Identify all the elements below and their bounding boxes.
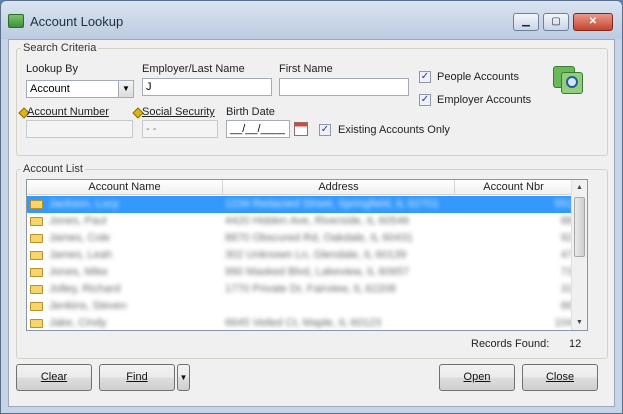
account-name-cell: Jake, Cindy: [49, 317, 107, 329]
calendar-icon[interactable]: [294, 122, 308, 136]
vertical-scrollbar[interactable]: ▲ ▼: [571, 180, 587, 330]
folder-icon: [30, 302, 43, 311]
address-cell: [225, 300, 465, 313]
scroll-thumb[interactable]: [574, 197, 585, 257]
find-options-dropdown[interactable]: ▼: [177, 364, 190, 391]
folder-icon: [30, 319, 43, 328]
account-nbr-cell: 88: [560, 215, 573, 227]
address-cell: 1770 Private Dr, Fairview, IL 62208: [225, 283, 396, 295]
account-nbr-cell: 31: [560, 283, 573, 295]
open-button[interactable]: Open: [439, 364, 515, 391]
close-window-button[interactable]: ✕: [573, 13, 613, 31]
folder-icon: [30, 285, 43, 294]
app-icon: [8, 14, 24, 28]
clear-button[interactable]: Clear: [16, 364, 92, 391]
account-nbr-cell: 551: [554, 198, 573, 210]
employer-last-name-label: Employer/Last Name: [142, 63, 245, 75]
account-name-cell: Jones, Mike: [49, 266, 108, 278]
people-accounts-label: People Accounts: [437, 71, 519, 83]
account-nbr-cell: 104: [554, 317, 573, 329]
folder-icon: [30, 200, 43, 209]
scroll-down-icon[interactable]: ▼: [572, 315, 587, 330]
account-list-label: Account List: [21, 163, 85, 175]
account-name-cell: Jolley, Richard: [49, 283, 121, 295]
records-found-label: Records Found:: [471, 338, 550, 350]
existing-accounts-only-label: Existing Accounts Only: [338, 124, 450, 136]
account-lookup-window: Account Lookup ▁ ▢ ✕ Search Criteria Loo…: [0, 0, 623, 414]
employer-last-name-input[interactable]: J: [142, 78, 272, 96]
scroll-up-icon[interactable]: ▲: [572, 180, 587, 195]
table-row[interactable]: Jones, Mike 990 Masked Blvd, Lakeview, IL…: [27, 264, 573, 281]
column-header-account-name[interactable]: Account Name: [27, 180, 223, 195]
address-cell: 8870 Obscured Rd, Oakdale, IL 60431: [225, 232, 413, 244]
lookup-by-select[interactable]: Account ▼: [26, 80, 134, 98]
people-search-icon: [551, 62, 585, 96]
account-list-header: Account Name Address Account Nbr: [27, 180, 573, 195]
folder-icon: [30, 268, 43, 277]
account-nbr-cell: 47: [560, 249, 573, 261]
account-name-cell: James, Cole: [49, 232, 111, 244]
title-bar[interactable]: Account Lookup ▁ ▢ ✕: [1, 1, 622, 39]
existing-accounts-only-checkbox[interactable]: ✓: [319, 124, 331, 136]
account-number-input[interactable]: [26, 120, 133, 138]
address-cell: 990 Masked Blvd, Lakeview, IL 60657: [225, 266, 410, 278]
social-security-label: Social Security: [142, 106, 215, 118]
first-name-input[interactable]: [279, 78, 409, 96]
table-row[interactable]: James, Cole 8870 Obscured Rd, Oakdale, IL…: [27, 230, 573, 247]
account-number-label: Account Number: [27, 106, 109, 118]
search-criteria-label: Search Criteria: [21, 42, 99, 54]
account-name-cell: James, Leah: [49, 249, 112, 261]
find-button[interactable]: Find: [99, 364, 175, 391]
window-title: Account Lookup: [30, 14, 124, 29]
folder-icon: [30, 217, 43, 226]
close-button[interactable]: Close: [522, 364, 598, 391]
account-name-cell: Jenkins, Steven: [49, 300, 127, 312]
account-name-cell: Jackson, Lucy: [49, 198, 119, 210]
table-row[interactable]: James, Leah 302 Unknown Ln, Glendale, IL …: [27, 247, 573, 264]
maximize-button[interactable]: ▢: [543, 13, 569, 31]
account-nbr-cell: 92: [560, 232, 573, 244]
column-header-address[interactable]: Address: [223, 180, 455, 195]
table-row[interactable]: Jackson, Lucy 1234 Redacted Street, Sprin…: [27, 196, 573, 213]
table-row[interactable]: Jake, Cindy 6645 Veiled Ct, Maple, IL 601…: [27, 315, 573, 330]
account-nbr-cell: 73: [560, 266, 573, 278]
account-nbr-cell: 66: [560, 300, 573, 312]
address-cell: 302 Unknown Ln, Glendale, IL 60139: [225, 249, 407, 261]
address-cell: 1234 Redacted Street, Springfield, IL 62…: [225, 198, 439, 210]
lookup-by-label: Lookup By: [26, 63, 78, 75]
first-name-label: First Name: [279, 63, 333, 75]
birth-date-label: Birth Date: [226, 106, 275, 118]
table-row[interactable]: Jenkins, Steven 66: [27, 298, 573, 315]
folder-icon: [30, 234, 43, 243]
employer-accounts-label: Employer Accounts: [437, 94, 532, 106]
minimize-button[interactable]: ▁: [513, 13, 539, 31]
table-row[interactable]: Jones, Paul 4420 Hidden Ave, Riverside, I…: [27, 213, 573, 230]
chevron-down-icon[interactable]: ▼: [118, 81, 133, 97]
birth-date-input[interactable]: __/__/____: [226, 120, 290, 138]
account-list-view[interactable]: Account Name Address Account Nbr Jackson…: [26, 179, 588, 331]
column-header-account-nbr[interactable]: Account Nbr: [455, 180, 573, 195]
address-cell: 4420 Hidden Ave, Riverside, IL 60546: [225, 215, 410, 227]
records-found-count: 12: [569, 338, 582, 350]
address-cell: 6645 Veiled Ct, Maple, IL 60123: [225, 317, 382, 329]
table-row[interactable]: Jolley, Richard 1770 Private Dr, Fairview…: [27, 281, 573, 298]
people-accounts-checkbox[interactable]: ✓: [419, 71, 431, 83]
account-name-cell: Jones, Paul: [49, 215, 107, 227]
employer-accounts-checkbox[interactable]: ✓: [419, 94, 431, 106]
social-security-input[interactable]: - -: [142, 120, 218, 138]
folder-icon: [30, 251, 43, 260]
